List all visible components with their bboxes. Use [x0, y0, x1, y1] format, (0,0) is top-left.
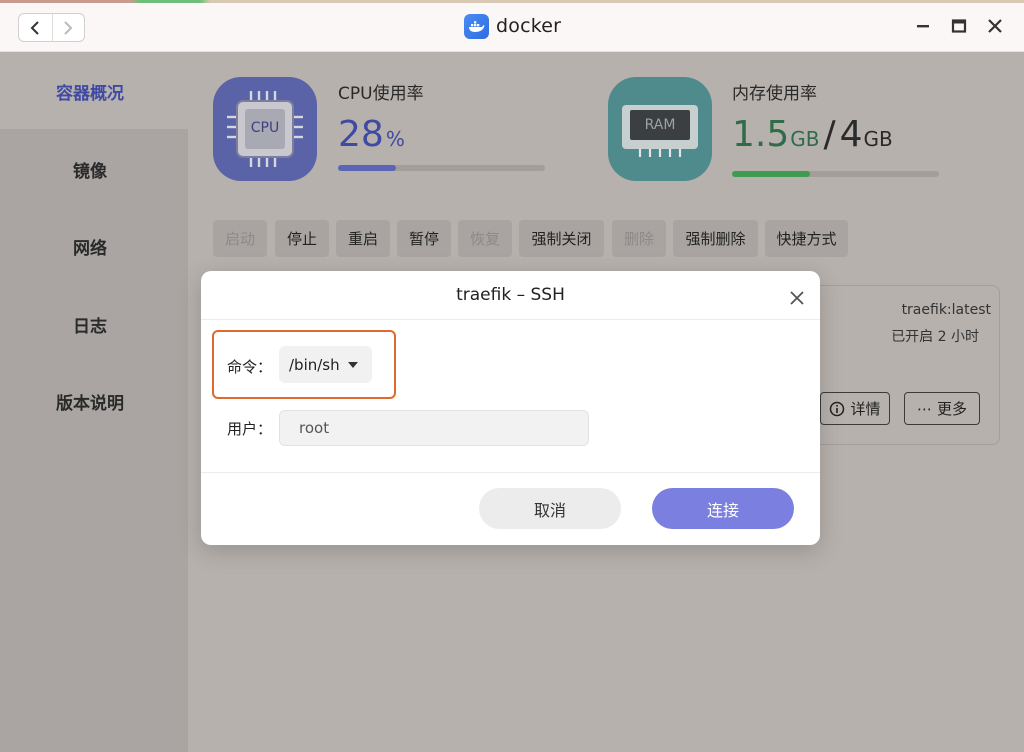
back-button[interactable] — [19, 14, 52, 41]
minimize-icon — [917, 25, 929, 28]
sidebar-item-container-overview[interactable]: 容器概况 — [0, 79, 180, 104]
cpu-usage-bar-fill — [338, 165, 396, 171]
start-button[interactable]: 启动 — [213, 220, 267, 257]
memory-total-number: 4 — [839, 114, 863, 155]
force-delete-button[interactable]: 强制删除 — [673, 220, 758, 257]
command-select[interactable]: /bin/sh — [279, 346, 372, 383]
resume-button[interactable]: 恢复 — [458, 220, 512, 257]
dropdown-arrow-icon — [348, 362, 358, 368]
connect-button[interactable]: 连接 — [652, 488, 794, 529]
sidebar-item-images[interactable]: 镜像 — [0, 157, 180, 182]
details-button[interactable]: 详情 — [820, 392, 890, 425]
info-icon — [830, 401, 845, 416]
memory-usage-value: 1.5 GB / 4 GB — [732, 114, 893, 155]
shortcut-button[interactable]: 快捷方式 — [765, 220, 848, 257]
sidebar-item-network[interactable]: 网络 — [0, 234, 180, 259]
app-title-text: docker — [496, 15, 562, 37]
container-uptime: 已开启 2 小时 — [891, 329, 979, 345]
container-image-name: traefik:latest — [901, 302, 991, 318]
memory-usage-label: 内存使用率 — [732, 84, 817, 104]
restart-button[interactable]: 重启 — [336, 220, 390, 257]
pause-button[interactable]: 暂停 — [397, 220, 451, 257]
chevron-left-icon — [30, 20, 39, 35]
cpu-usage-number: 28 — [338, 114, 384, 155]
close-window-button[interactable] — [985, 16, 1005, 36]
memory-used-unit: GB — [790, 127, 820, 151]
user-label: 用户： — [227, 420, 273, 438]
stop-button[interactable]: 停止 — [275, 220, 329, 257]
container-card[interactable]: traefik:latest 已开启 2 小时 详情 ⋯ 更多 — [812, 285, 1000, 445]
close-icon — [988, 19, 1002, 33]
docker-icon — [464, 13, 489, 39]
ram-icon-text: RAM — [644, 117, 676, 133]
user-input-value: root — [299, 419, 330, 437]
dialog-footer-divider — [201, 472, 820, 473]
delete-button[interactable]: 删除 — [612, 220, 666, 257]
cpu-usage-label: CPU使用率 — [338, 84, 424, 104]
dialog-close-button[interactable] — [787, 288, 807, 308]
background-strip — [0, 0, 1024, 3]
details-label: 详情 — [850, 400, 881, 418]
cancel-button[interactable]: 取消 — [479, 488, 621, 529]
force-stop-button[interactable]: 强制关闭 — [519, 220, 604, 257]
memory-usage-bar-fill — [732, 171, 810, 177]
command-label: 命令： — [227, 358, 273, 376]
minimize-button[interactable] — [913, 16, 933, 36]
cpu-icon-text: CPU — [250, 120, 280, 136]
cpu-usage-value: 28 % — [338, 114, 405, 155]
ssh-dialog: traefik – SSH 命令： /bin/sh 用户： root 取消 连接 — [201, 271, 820, 545]
app-title: docker — [464, 12, 561, 40]
more-button[interactable]: ⋯ 更多 — [904, 392, 980, 425]
memory-usage-bar — [732, 171, 939, 177]
chevron-right-icon — [64, 20, 73, 35]
forward-button[interactable] — [51, 14, 85, 41]
sidebar-item-logs[interactable]: 日志 — [0, 312, 180, 337]
navigation-buttons — [18, 13, 85, 42]
ram-icon: RAM — [608, 77, 712, 181]
more-dots-icon: ⋯ — [916, 399, 932, 418]
sidebar-item-release-notes[interactable]: 版本说明 — [0, 389, 180, 414]
cpu-icon: CPU — [213, 77, 317, 181]
command-select-value: /bin/sh — [289, 355, 340, 374]
user-input[interactable]: root — [279, 410, 589, 446]
cpu-usage-unit: % — [385, 127, 405, 151]
memory-separator: / — [823, 114, 836, 155]
window-titlebar: docker — [0, 0, 1024, 52]
maximize-button[interactable] — [949, 16, 969, 36]
cpu-usage-bar — [338, 165, 545, 171]
dialog-header-divider — [201, 319, 820, 320]
memory-total-unit: GB — [863, 127, 893, 151]
maximize-icon — [951, 19, 967, 33]
close-icon — [790, 291, 804, 305]
more-label: 更多 — [936, 400, 967, 418]
dialog-title: traefik – SSH — [456, 285, 565, 305]
memory-used-number: 1.5 — [732, 114, 790, 155]
